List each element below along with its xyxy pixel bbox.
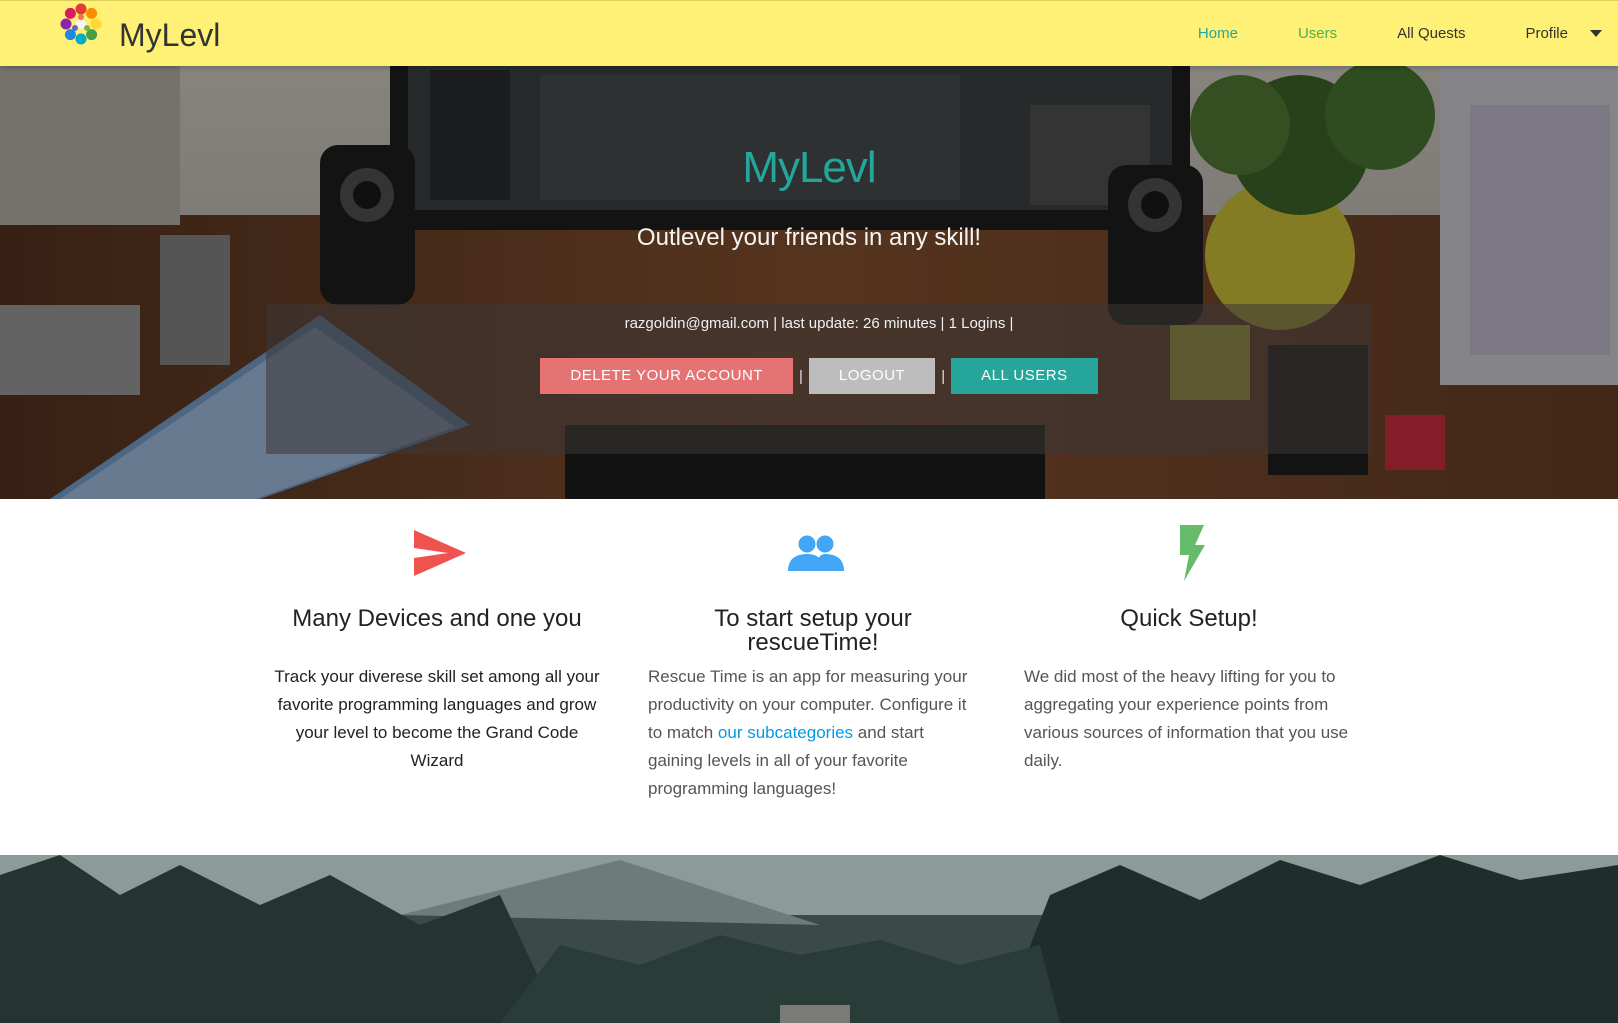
delete-account-button[interactable]: Delete your account — [540, 358, 793, 394]
nav-all-quests-link[interactable]: All Quests — [1367, 1, 1495, 66]
nav-profile-dropdown[interactable]: Profile — [1495, 1, 1578, 66]
feature-title: To start setup your rescueTime! — [714, 605, 912, 656]
feature-title: Quick Setup! — [1120, 605, 1258, 632]
account-info-panel: razgoldin@gmail.com | last update: 26 mi… — [266, 304, 1372, 454]
feature-text: Rescue Time is an app for measuring your… — [648, 663, 978, 803]
all-users-button[interactable]: All users — [951, 358, 1098, 394]
navbar: MyLevl Home Users All Quests Profile — [0, 0, 1618, 66]
logout-button[interactable]: Logout — [808, 358, 936, 394]
feature-text: We did most of the heavy lifting for you… — [1024, 667, 1349, 770]
separator: | — [798, 367, 803, 385]
flash-icon — [1180, 525, 1205, 581]
separator: | — [941, 367, 946, 385]
account-actions: Delete your account | Logout | All users — [266, 358, 1372, 394]
feature-title: Many Devices and one you — [292, 605, 582, 632]
subcategories-link[interactable]: our subcategories — [718, 723, 853, 742]
send-icon — [414, 530, 466, 576]
forest-background-image — [0, 855, 1618, 1023]
features-section: Many Devices and one you Track your dive… — [262, 499, 1372, 855]
nav-links: Home Users All Quests Profile — [1168, 1, 1618, 66]
group-icon — [788, 535, 844, 571]
account-info-text: razgoldin@gmail.com | last update: 26 mi… — [624, 315, 1014, 332]
hero-subtitle: Outlevel your friends in any skill! — [636, 224, 982, 251]
forest-scene — [0, 855, 1618, 1023]
brand-logo-icon[interactable] — [58, 1, 104, 47]
nav-home-link[interactable]: Home — [1168, 1, 1268, 66]
caret-down-icon[interactable] — [1590, 30, 1602, 37]
hero-title: MyLevl — [742, 143, 876, 192]
hero-section: MyLevl Outlevel your friends in any skil… — [0, 65, 1618, 499]
nav-users-link[interactable]: Users — [1268, 1, 1367, 66]
feature-text: Track your diverese skill set among all … — [274, 667, 600, 770]
brand-name[interactable]: MyLevl — [119, 17, 220, 54]
